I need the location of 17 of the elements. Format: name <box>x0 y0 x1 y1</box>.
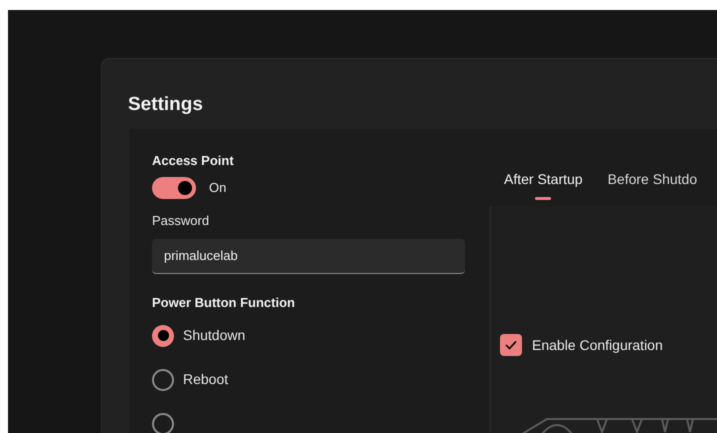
checkbox-label: Enable Configuration <box>532 336 663 355</box>
toggle-label: On <box>209 179 226 198</box>
radio-label: Shutdown <box>183 326 246 345</box>
window-title: Settings <box>128 93 203 117</box>
field-label: Password <box>152 212 210 230</box>
radio-button[interactable] <box>152 324 174 346</box>
radio-button[interactable] <box>152 412 174 433</box>
section-heading: Access Point <box>152 153 235 169</box>
toggle-switch[interactable] <box>152 177 196 199</box>
password-field[interactable]: primalucelab <box>152 238 465 274</box>
radio-button[interactable] <box>152 368 174 390</box>
tab[interactable]: After Startup <box>504 169 583 200</box>
radio-label: Reboot <box>183 370 228 389</box>
check-icon <box>505 340 517 350</box>
tab[interactable]: Before Shutdo <box>608 169 698 200</box>
section-heading: Power Button Function <box>152 294 296 310</box>
checkbox[interactable] <box>500 334 522 356</box>
